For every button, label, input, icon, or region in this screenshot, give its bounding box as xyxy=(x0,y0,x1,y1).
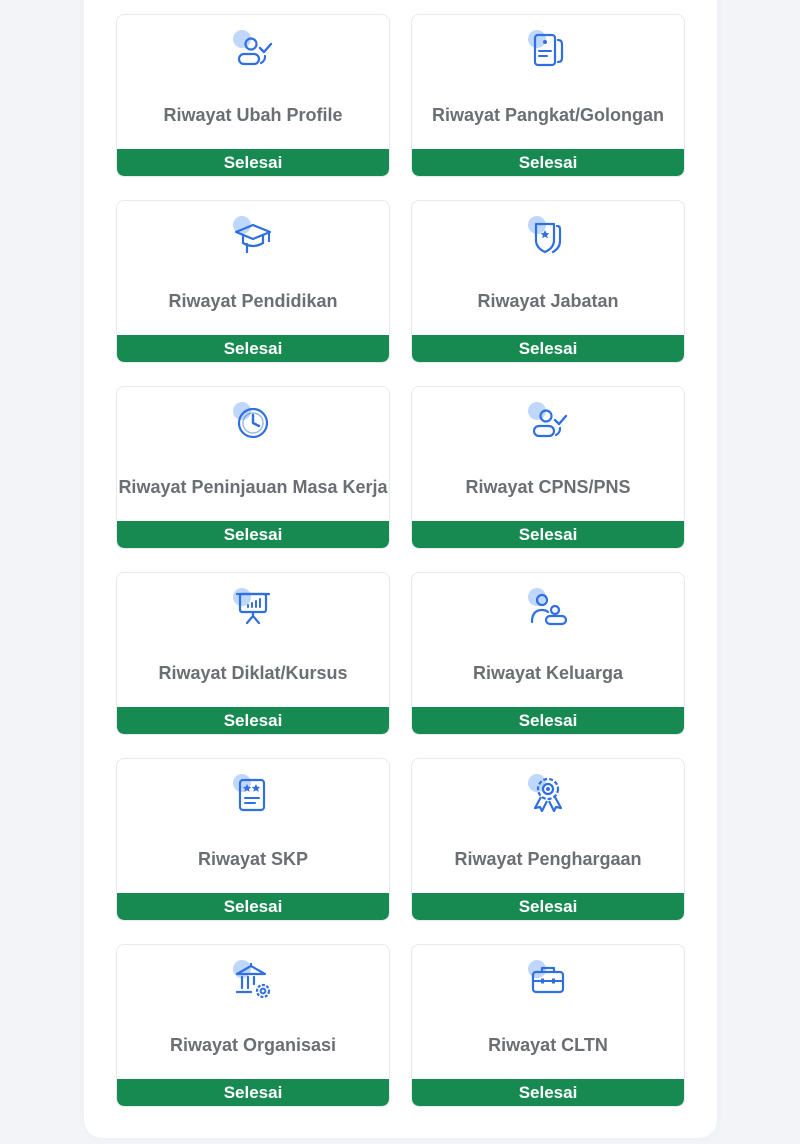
award-ribbon-icon xyxy=(528,774,572,818)
card-riwayat-diklat-kursus[interactable]: Riwayat Diklat/Kursus Selesai xyxy=(116,572,390,735)
card-title: Riwayat Jabatan xyxy=(477,291,619,311)
card-title: Riwayat Organisasi xyxy=(169,1035,337,1055)
status-badge: Selesai xyxy=(412,335,684,362)
card-riwayat-jabatan[interactable]: Riwayat Jabatan Selesai xyxy=(411,200,685,363)
card-title: Riwayat CLTN xyxy=(488,1035,608,1055)
user-check-icon xyxy=(233,30,277,74)
card-riwayat-cpns-pns[interactable]: Riwayat CPNS/PNS Selesai xyxy=(411,386,685,549)
graduation-cap-icon xyxy=(233,216,277,260)
status-badge: Selesai xyxy=(412,149,684,176)
briefcase-icon xyxy=(528,960,572,1004)
badge-icon xyxy=(528,216,572,260)
presentation-board-icon xyxy=(233,588,277,632)
status-badge: Selesai xyxy=(412,707,684,734)
card-riwayat-keluarga[interactable]: Riwayat Keluarga Selesai xyxy=(411,572,685,735)
card-title: Riwayat Diklat/Kursus xyxy=(158,663,348,683)
status-badge: Selesai xyxy=(117,1079,389,1106)
card-riwayat-ubah-profile[interactable]: Riwayat Ubah Profile Selesai xyxy=(116,14,390,177)
card-title: Riwayat Peninjauan Masa Kerja xyxy=(118,477,388,497)
status-badge: Selesai xyxy=(117,707,389,734)
status-badge: Selesai xyxy=(117,893,389,920)
card-riwayat-cltn[interactable]: Riwayat CLTN Selesai xyxy=(411,944,685,1107)
status-badge: Selesai xyxy=(412,1079,684,1106)
history-grid: Riwayat Ubah Profile Selesai Riwayat Pan… xyxy=(116,14,685,1107)
card-title: Riwayat Pangkat/Golongan xyxy=(431,105,665,125)
card-title: Riwayat SKP xyxy=(197,849,309,869)
card-riwayat-peninjauan-masa-kerja[interactable]: Riwayat Peninjauan Masa Kerja Selesai xyxy=(116,386,390,549)
card-riwayat-skp[interactable]: Riwayat SKP Selesai xyxy=(116,758,390,921)
status-badge: Selesai xyxy=(117,521,389,548)
status-badge: Selesai xyxy=(412,893,684,920)
card-riwayat-penghargaan[interactable]: Riwayat Penghargaan Selesai xyxy=(411,758,685,921)
card-title: Riwayat CPNS/PNS xyxy=(465,477,631,497)
clock-icon xyxy=(233,402,277,446)
star-document-icon xyxy=(233,774,277,818)
card-title: Riwayat Pendidikan xyxy=(168,291,338,311)
card-title: Riwayat Ubah Profile xyxy=(163,105,343,125)
family-icon xyxy=(528,588,572,632)
card-title: Riwayat Keluarga xyxy=(472,663,624,683)
status-badge: Selesai xyxy=(117,335,389,362)
card-riwayat-pendidikan[interactable]: Riwayat Pendidikan Selesai xyxy=(116,200,390,363)
card-riwayat-pangkat-golongan[interactable]: Riwayat Pangkat/Golongan Selesai xyxy=(411,14,685,177)
status-badge: Selesai xyxy=(117,149,389,176)
user-check-icon xyxy=(528,402,572,446)
card-title: Riwayat Penghargaan xyxy=(454,849,642,869)
id-card-icon xyxy=(528,30,572,74)
institution-gear-icon xyxy=(233,960,277,1004)
status-badge: Selesai xyxy=(412,521,684,548)
card-riwayat-organisasi[interactable]: Riwayat Organisasi Selesai xyxy=(116,944,390,1107)
